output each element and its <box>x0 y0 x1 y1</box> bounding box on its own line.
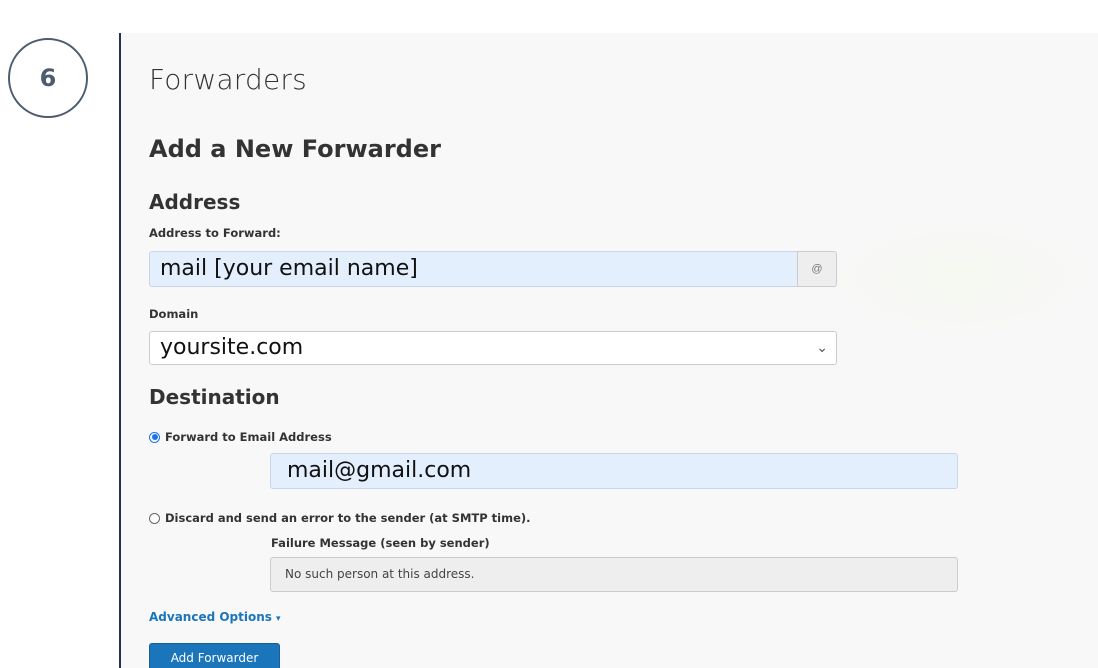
domain-select[interactable]: yoursite.com ⌄ <box>149 331 837 365</box>
background-glare <box>826 218 1096 338</box>
add-forwarder-button[interactable]: Add Forwarder <box>149 643 280 668</box>
domain-select-value: yoursite.com <box>160 335 304 360</box>
forward-to-email-radio[interactable] <box>149 431 160 443</box>
step-number: 6 <box>39 64 57 92</box>
address-to-forward-input[interactable]: mail [your email name] <box>149 251 797 287</box>
discard-label: Discard and send an error to the sender … <box>165 511 531 525</box>
destination-heading: Destination <box>149 385 280 409</box>
caret-down-icon: ▾ <box>275 614 281 624</box>
address-to-forward-label: Address to Forward: <box>149 226 281 240</box>
address-to-forward-group: mail [your email name] @ <box>149 251 837 287</box>
failure-message-label: Failure Message (seen by sender) <box>271 536 490 550</box>
failure-message-input[interactable]: No such person at this address. <box>270 557 958 592</box>
address-heading: Address <box>149 190 241 214</box>
chevron-down-icon: ⌄ <box>816 340 828 356</box>
forward-to-email-label: Forward to Email Address <box>165 430 332 444</box>
section-title: Add a New Forwarder <box>149 135 441 163</box>
at-sign-addon: @ <box>797 251 837 287</box>
cpanel-forwarders-panel: Forwarders Add a New Forwarder Address A… <box>119 33 1098 668</box>
domain-label: Domain <box>149 307 199 321</box>
forward-to-email-option[interactable]: Forward to Email Address <box>149 430 332 444</box>
page-title: Forwarders <box>149 63 307 96</box>
advanced-options-label: Advanced Options <box>149 610 272 624</box>
discard-radio[interactable] <box>149 512 160 524</box>
advanced-options-link[interactable]: Advanced Options ▾ <box>149 610 280 624</box>
forward-email-input[interactable]: mail@gmail.com <box>270 453 958 489</box>
step-number-badge: 6 <box>8 38 88 118</box>
discard-option[interactable]: Discard and send an error to the sender … <box>149 511 531 525</box>
